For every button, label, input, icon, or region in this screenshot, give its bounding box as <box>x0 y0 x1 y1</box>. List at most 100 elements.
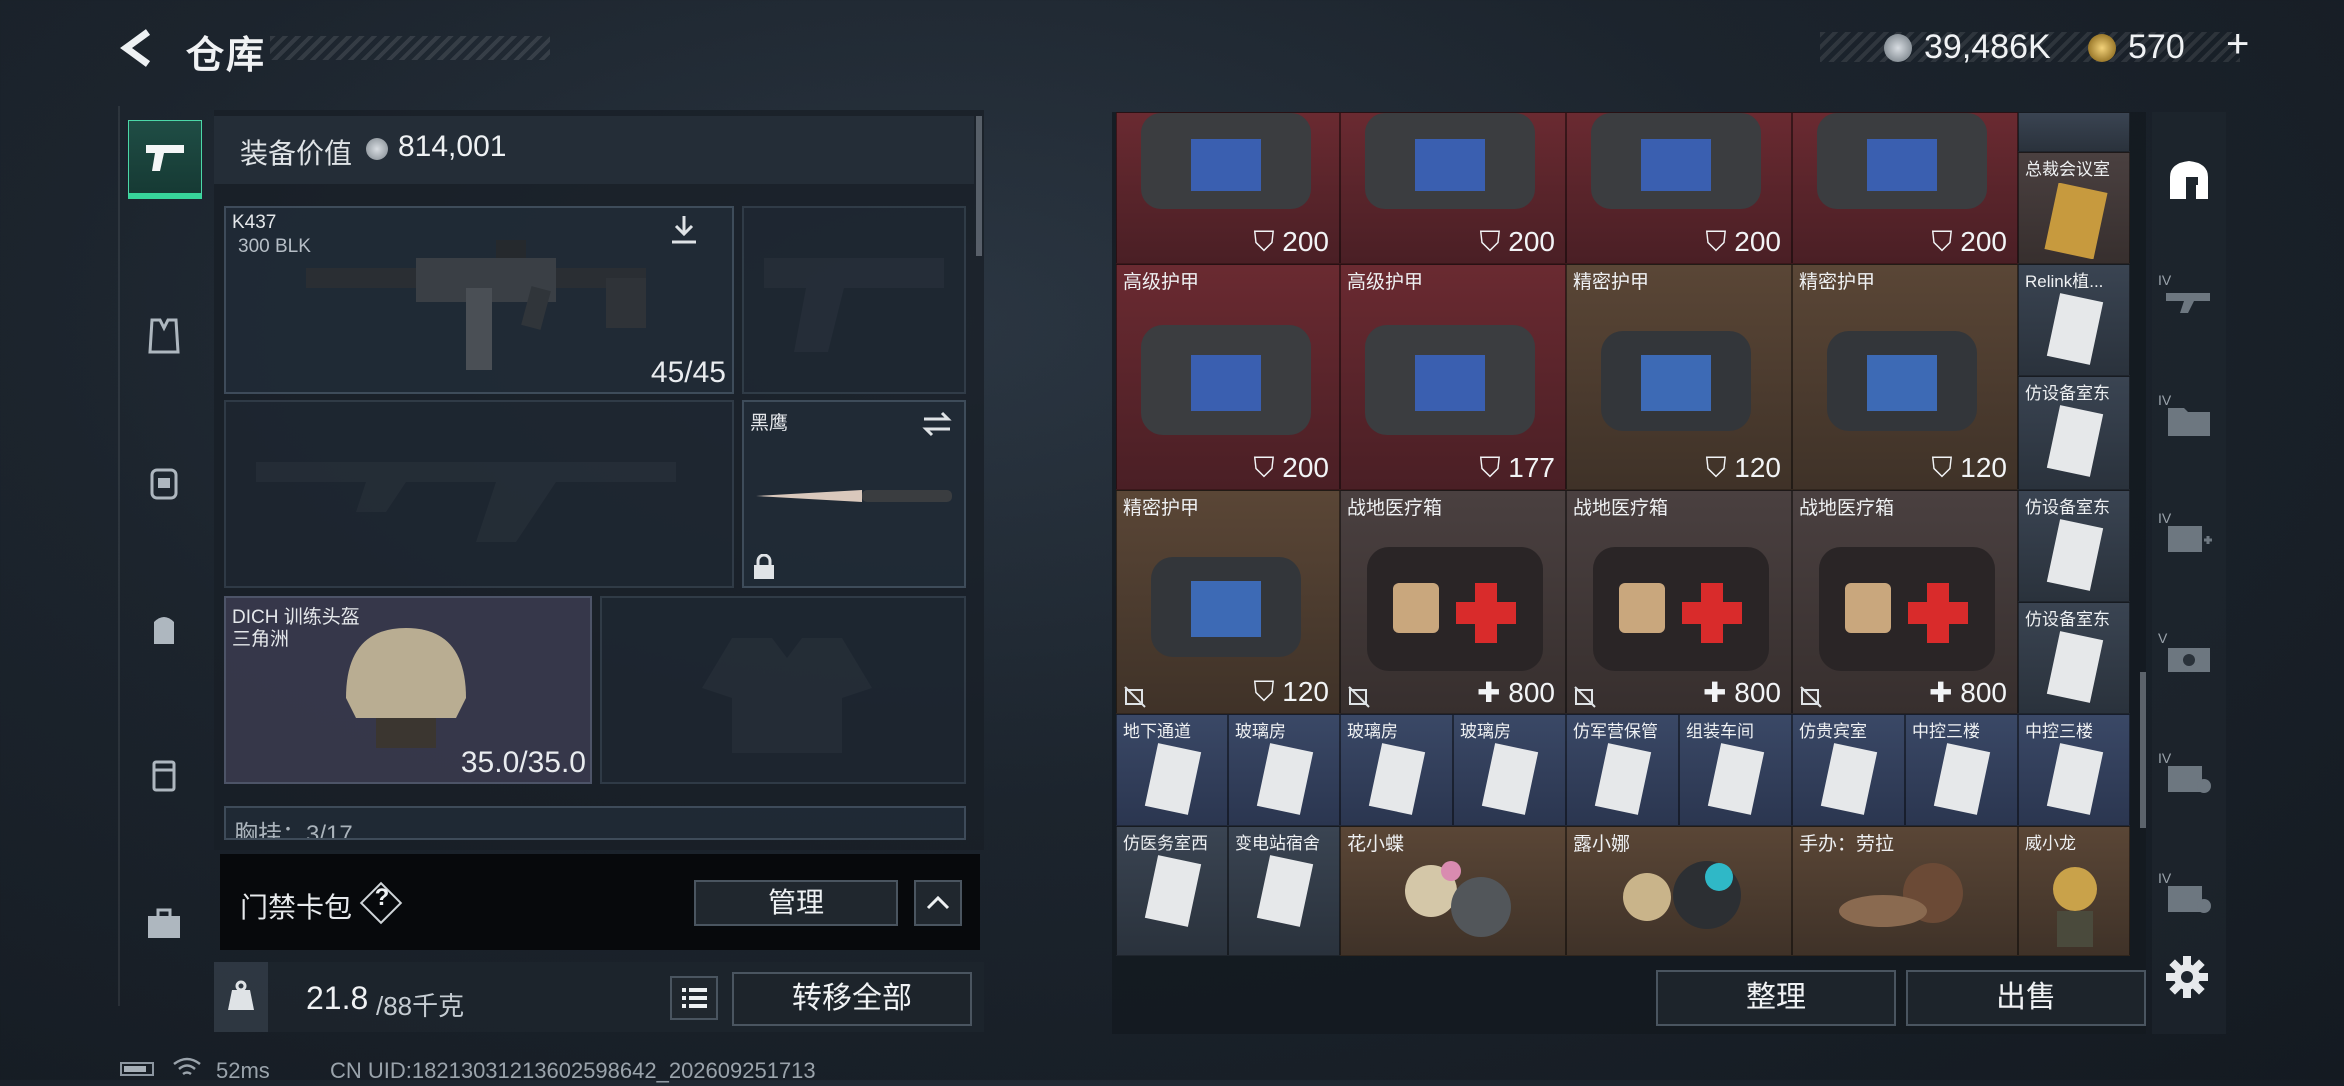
item-label: 高级护甲 <box>1347 272 1424 293</box>
tier-tag: IV <box>2158 750 2172 766</box>
chest-rig-slot[interactable]: 胸挂：3/17 <box>224 806 966 840</box>
storage-tab-misc[interactable]: IV <box>2152 868 2226 928</box>
transfer-all-button[interactable]: 转移全部 <box>732 972 972 1026</box>
knife-image <box>756 490 952 502</box>
grid-item[interactable]: 仿设备室东 <box>2018 602 2130 714</box>
grid-item[interactable]: 手办：劳拉 <box>1792 826 2018 956</box>
category-chest-rig[interactable] <box>128 448 200 520</box>
item-label: 仿设备室东 <box>2025 610 2110 629</box>
category-weapons[interactable] <box>128 120 202 199</box>
toy-image <box>1405 861 1511 937</box>
pistol-icon <box>146 145 184 171</box>
item-label: 精密护甲 <box>1573 272 1650 293</box>
grid-item[interactable]: 高级护甲 ⛉ 200 <box>1116 264 1340 490</box>
storage-tab-medical[interactable]: IV <box>2152 508 2226 568</box>
chevron-up-icon <box>926 895 950 910</box>
armor-value: ⛉ 120 <box>1931 452 2008 483</box>
item-label: 仿设备室东 <box>2025 384 2110 403</box>
grid-item[interactable]: 玻璃房 <box>1340 714 1453 826</box>
category-backpack[interactable] <box>128 594 200 666</box>
body-armor-slot[interactable] <box>600 596 966 784</box>
armor-value: ⛉ 177 <box>1479 452 1556 483</box>
folder-icon <box>2168 408 2210 436</box>
storage-tab-weapons[interactable]: IV <box>2152 270 2226 330</box>
grid-item[interactable]: 地下通道 <box>1116 714 1228 826</box>
helmet-slot[interactable]: DICH 训练头盔 三角洲 35.0/35.0 <box>224 596 592 784</box>
grid-item[interactable]: 威小龙 <box>2018 826 2130 956</box>
settings-button[interactable] <box>2162 952 2212 1002</box>
sell-button[interactable]: 出售 <box>1906 970 2146 1026</box>
grid-item[interactable]: ⛉ 200 <box>1566 112 1792 264</box>
grid-item[interactable]: 中控三楼 <box>1905 714 2018 826</box>
grid-item[interactable]: 变电站宿舍 <box>1228 826 1340 956</box>
armor-bag-image <box>1151 557 1301 657</box>
grid-item[interactable]: ⛉ 200 <box>1340 112 1566 264</box>
heal-value: ✚ 800 <box>1477 677 1555 708</box>
grid-item[interactable]: 组装车间 <box>1679 714 1792 826</box>
armor-value: ⛉ 200 <box>1253 226 1330 257</box>
armor-bag-image <box>1365 113 1535 209</box>
current-weight: 21.8 <box>306 980 369 1016</box>
grid-item[interactable]: 玻璃房 <box>1228 714 1340 826</box>
network-latency: 52ms <box>216 1058 270 1083</box>
keycard-image <box>2046 405 2104 477</box>
second-primary-slot[interactable] <box>224 400 734 588</box>
equipment-value: 814,001 <box>398 130 507 163</box>
manage-button[interactable]: 管理 <box>694 880 898 926</box>
access-card-bag-label: 门禁卡包 <box>240 892 353 923</box>
grid-item[interactable]: 花小蝶 <box>1340 826 1566 956</box>
secondary-weapon-slot[interactable] <box>742 206 966 394</box>
storage-tab-files[interactable]: IV <box>2152 390 2226 450</box>
collapse-button[interactable] <box>914 880 962 926</box>
primary-weapon-slot[interactable]: K437 300 BLK 45/45 <box>224 206 734 394</box>
grid-item[interactable]: 中控三楼 <box>2018 714 2130 826</box>
sort-button[interactable]: 整理 <box>1656 970 1896 1026</box>
grid-item[interactable]: 精密护甲 ⛉ 120 <box>1566 264 1792 490</box>
item-label: 变电站宿舍 <box>1235 834 1320 853</box>
grid-item[interactable]: 精密护甲 ⛉ 120 <box>1116 490 1340 714</box>
melee-name: 黑鹰 <box>750 413 789 434</box>
grid-item[interactable]: ⛉ 200 <box>1792 112 2018 264</box>
scrollbar[interactable] <box>976 116 982 256</box>
grid-item[interactable]: 仿贵宾室 <box>1792 714 1905 826</box>
storage-tab-ammo[interactable]: V <box>2152 628 2226 688</box>
item-label: 仿设备室东 <box>2025 498 2110 517</box>
add-currency-button[interactable]: + <box>2226 22 2249 67</box>
grid-item[interactable] <box>2018 112 2130 152</box>
category-armor[interactable] <box>128 300 200 372</box>
toolbox-icon <box>148 908 180 938</box>
item-label: 仿军营保管 <box>1573 722 1658 741</box>
category-safebox[interactable] <box>128 888 200 960</box>
grid-item[interactable]: ⛉ 200 <box>1116 112 1340 264</box>
toy-image <box>1839 863 1963 927</box>
grid-item[interactable]: 玻璃房 <box>1453 714 1566 826</box>
grid-item[interactable]: 高级护甲 ⛉ 177 <box>1340 264 1566 490</box>
gold-coin-icon <box>2088 34 2116 62</box>
grid-item[interactable]: Relink植... <box>2018 264 2130 376</box>
category-pouch[interactable] <box>128 740 200 812</box>
grid-item[interactable]: 战地医疗箱 ✚ 800 <box>1340 490 1566 714</box>
grid-item[interactable]: 仿医务室西 <box>1116 826 1228 956</box>
weapon-name: K437 <box>232 212 277 233</box>
armor-bag-image <box>1141 113 1311 209</box>
weight-icon <box>228 980 254 1010</box>
grid-item[interactable]: 精密护甲 ⛉ 120 <box>1792 264 2018 490</box>
grid-item[interactable]: 露小娜 <box>1566 826 1792 956</box>
storage-tab-all[interactable] <box>2152 150 2226 210</box>
storage-tab-materials[interactable]: IV <box>2152 748 2226 808</box>
scrollbar[interactable] <box>2140 672 2146 828</box>
grid-item[interactable]: 战地医疗箱 ✚ 800 <box>1792 490 2018 714</box>
grid-item[interactable]: 仿设备室东 <box>2018 376 2130 490</box>
back-button[interactable] <box>118 26 162 70</box>
grid-item[interactable]: 仿设备室东 <box>2018 490 2130 602</box>
no-insure-icon <box>1574 686 1596 708</box>
grid-item[interactable]: 总裁会议室 <box>2018 152 2130 264</box>
keycard-image <box>1144 855 1202 927</box>
keycard-image <box>1933 743 1991 815</box>
grid-item[interactable]: 战地医疗箱 ✚ 800 <box>1566 490 1792 714</box>
melee-slot[interactable]: 黑鹰 <box>742 400 966 588</box>
coin-icon <box>366 138 388 160</box>
grid-item[interactable]: 仿军营保管 <box>1566 714 1679 826</box>
list-view-button[interactable] <box>670 976 718 1020</box>
user-uid: CN UID:18213031213602598642_202609251713 <box>330 1058 816 1083</box>
